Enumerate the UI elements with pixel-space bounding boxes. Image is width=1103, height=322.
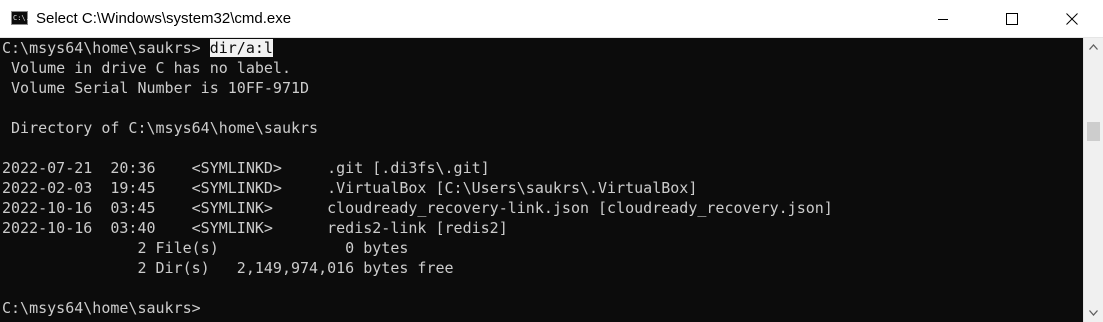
console-output[interactable]: C:\msys64\home\saukrs> dir/a:l Volume in… — [0, 38, 1083, 322]
output-line: 2022-10-16 03:40 <SYMLINK> redis2-link [… — [2, 219, 508, 237]
output-line: 2022-10-16 03:45 <SYMLINK> cloudready_re… — [2, 199, 833, 217]
scroll-up-button[interactable] — [1084, 38, 1103, 55]
maximize-icon — [1006, 13, 1018, 25]
output-line: 2022-07-21 20:36 <SYMLINKD> .git [.di3fs… — [2, 159, 490, 177]
chevron-up-icon — [1089, 43, 1098, 50]
chevron-down-icon — [1089, 309, 1098, 316]
output-line: Volume in drive C has no label. — [2, 59, 291, 77]
cmd-app-icon-glyph: C:\. — [13, 14, 30, 22]
output-line: 2 File(s) 0 bytes — [2, 239, 409, 257]
vertical-scrollbar[interactable] — [1083, 38, 1103, 322]
output-line: 2022-02-03 19:45 <SYMLINKD> .VirtualBox … — [2, 179, 698, 197]
minimize-button[interactable] — [919, 0, 967, 38]
window-title: Select C:\Windows\system32\cmd.exe — [36, 10, 292, 27]
prompt-line: C:\msys64\home\saukrs> — [2, 299, 201, 317]
scrollbar-thumb[interactable] — [1087, 122, 1100, 141]
maximize-button[interactable] — [988, 0, 1036, 38]
scroll-down-button[interactable] — [1084, 304, 1103, 321]
prompt-text: C:\msys64\home\saukrs> — [2, 39, 201, 57]
output-line: 2 Dir(s) 2,149,974,016 bytes free — [2, 259, 454, 277]
selected-command[interactable]: dir/a:l — [209, 39, 273, 57]
title-bar[interactable]: C:\. Select C:\Windows\system32\cmd.exe — [0, 0, 1103, 38]
cmd-app-icon[interactable]: C:\. — [11, 11, 30, 25]
output-line: Directory of C:\msys64\home\saukrs — [2, 119, 319, 137]
output-line: Volume Serial Number is 10FF-971D — [2, 79, 310, 97]
minimize-icon — [938, 19, 948, 20]
command-line: C:\msys64\home\saukrs> dir/a:l — [2, 38, 273, 58]
close-button[interactable] — [1048, 0, 1096, 38]
close-icon — [1066, 13, 1078, 25]
